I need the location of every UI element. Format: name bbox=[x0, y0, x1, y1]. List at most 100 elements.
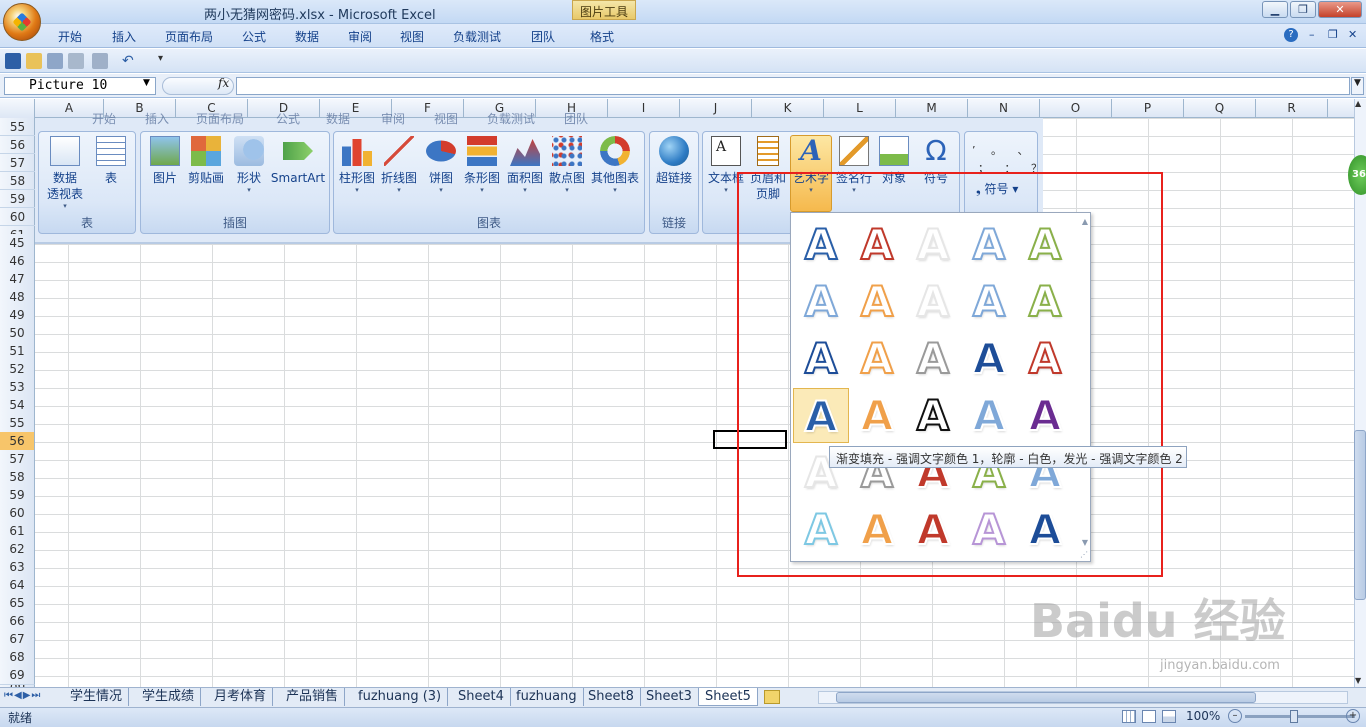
column-header-R[interactable]: R bbox=[1256, 99, 1328, 118]
sheet-tab[interactable]: 月考体育 bbox=[208, 688, 274, 706]
scroll-down-icon[interactable]: ▼ bbox=[1355, 676, 1361, 685]
zoom-level[interactable]: 100% bbox=[1186, 709, 1220, 723]
clipart-icon bbox=[191, 136, 221, 166]
select-all-button[interactable] bbox=[0, 99, 35, 118]
smartart-command[interactable]: SmartArt bbox=[270, 136, 326, 186]
print-icon[interactable] bbox=[47, 53, 63, 69]
area-chart-command[interactable]: 面积图 ▾ bbox=[505, 136, 545, 195]
punctuation-row-1[interactable]: ’ 。 、 bbox=[972, 142, 1035, 158]
sheet-tab[interactable]: Sheet4 bbox=[452, 688, 511, 706]
column-header-O[interactable]: O bbox=[1040, 99, 1112, 118]
sheet-tab[interactable]: fuzhuang bbox=[510, 688, 584, 706]
page-layout-view-icon[interactable] bbox=[1142, 710, 1156, 723]
zoom-slider-thumb[interactable] bbox=[1290, 710, 1298, 723]
pie-chart-command[interactable]: 饼图 ▾ bbox=[424, 136, 458, 195]
save-icon[interactable] bbox=[5, 53, 21, 69]
vertical-scroll-thumb[interactable] bbox=[1354, 430, 1366, 600]
sheet-tab[interactable]: 产品销售 bbox=[280, 688, 346, 706]
hyperlink-command[interactable]: 超链接 bbox=[653, 136, 695, 186]
zoom-in-icon[interactable]: + bbox=[1346, 709, 1360, 723]
name-box[interactable]: Picture 10 bbox=[4, 77, 156, 95]
sheet-tab[interactable]: 学生情况 bbox=[64, 688, 130, 706]
clipart-label: 剪贴画 bbox=[187, 171, 224, 185]
insert-sheet-icon[interactable] bbox=[764, 690, 780, 704]
tab-page-layout[interactable]: 页面布局 bbox=[165, 28, 213, 45]
column-header-L[interactable]: L bbox=[824, 99, 896, 118]
picture-tab: 插入 bbox=[145, 112, 170, 126]
tab-insert[interactable]: 插入 bbox=[112, 28, 136, 45]
row-header[interactable]: 55 bbox=[0, 118, 35, 136]
line-chart-command[interactable]: 折线图 ▾ bbox=[379, 136, 419, 195]
insert-function-icon[interactable]: fx bbox=[218, 76, 229, 90]
page-break-view-icon[interactable] bbox=[1162, 710, 1176, 723]
office-button[interactable] bbox=[3, 3, 41, 41]
tab-home[interactable]: 开始 bbox=[58, 28, 82, 45]
format-painter-icon[interactable] bbox=[92, 53, 108, 69]
doc-close-button[interactable]: ✕ bbox=[1348, 28, 1357, 41]
smartart-label: SmartArt bbox=[270, 171, 326, 185]
scroll-up-icon[interactable]: ▲ bbox=[1355, 99, 1361, 108]
pivot-table-command[interactable]: 数据 透视表 ▾ bbox=[42, 136, 88, 211]
area-chart-label: 面积图 bbox=[506, 171, 543, 185]
column-chart-command[interactable]: 柱形图 ▾ bbox=[337, 136, 377, 195]
column-header-I[interactable]: I bbox=[608, 99, 680, 118]
name-box-dropdown-icon[interactable]: ▼ bbox=[143, 78, 150, 88]
doc-restore-button[interactable]: ❐ bbox=[1328, 28, 1338, 41]
formula-input[interactable] bbox=[236, 77, 1350, 95]
column-header-N[interactable]: N bbox=[968, 99, 1040, 118]
row-header[interactable]: 58 bbox=[0, 172, 35, 190]
restore-button[interactable]: ❐ bbox=[1290, 1, 1316, 18]
picture-command[interactable]: 图片 bbox=[148, 136, 182, 186]
picture-row-header: 48 bbox=[0, 288, 35, 307]
table-command[interactable]: 表 bbox=[94, 136, 128, 186]
other-charts-label: 其他图表 bbox=[590, 171, 639, 185]
sheet-nav-icons[interactable]: ⏮◀▶⏭ bbox=[4, 690, 41, 701]
sheet-tab[interactable]: Sheet8 bbox=[582, 688, 641, 706]
tab-team[interactable]: 团队 bbox=[531, 28, 555, 45]
group-label-charts: 图表 bbox=[476, 216, 501, 230]
sheet-tab[interactable]: 学生成绩 bbox=[136, 688, 202, 706]
column-chart-label: 柱形图 bbox=[338, 171, 375, 185]
sheet-tab[interactable]: Sheet5 bbox=[698, 688, 758, 706]
picture-row-header: 62 bbox=[0, 540, 35, 559]
tab-formulas[interactable]: 公式 bbox=[242, 28, 266, 45]
zoom-slider[interactable] bbox=[1245, 715, 1355, 718]
picture-row-header: 59 bbox=[0, 486, 35, 505]
row-header[interactable]: 56 bbox=[0, 136, 35, 154]
sheet-tab[interactable]: Sheet3 bbox=[640, 688, 699, 706]
undo-icon[interactable]: ↶ bbox=[122, 53, 144, 69]
wordart-tooltip: 渐变填充 - 强调文字颜色 1，轮廓 - 白色，发光 - 强调文字颜色 2 bbox=[829, 446, 1187, 468]
customize-qat-icon[interactable]: ▾ bbox=[158, 53, 174, 69]
open-folder-icon[interactable] bbox=[26, 53, 42, 69]
row-header[interactable]: 59 bbox=[0, 190, 35, 208]
expand-formula-bar-icon[interactable]: ▼ bbox=[1351, 77, 1364, 95]
clipart-command[interactable]: 剪贴画 bbox=[186, 136, 226, 186]
preview-icon[interactable] bbox=[68, 53, 84, 69]
sheet-tab[interactable]: fuzhuang (3) bbox=[352, 688, 449, 706]
bar-chart-command[interactable]: 条形图 ▾ bbox=[462, 136, 502, 195]
tab-format[interactable]: 格式 bbox=[590, 28, 614, 45]
picture-row-header: 64 bbox=[0, 576, 35, 595]
other-charts-command[interactable]: 其他图表 ▾ bbox=[589, 136, 641, 195]
row-header[interactable]: 57 bbox=[0, 154, 35, 172]
column-header-K[interactable]: K bbox=[752, 99, 824, 118]
column-header-Q[interactable]: Q bbox=[1184, 99, 1256, 118]
column-header-M[interactable]: M bbox=[896, 99, 968, 118]
minimize-button[interactable]: ▁ bbox=[1262, 1, 1288, 18]
row-header[interactable]: 60 bbox=[0, 208, 35, 226]
tab-view[interactable]: 视图 bbox=[400, 28, 424, 45]
tab-data[interactable]: 数据 bbox=[295, 28, 319, 45]
tab-review[interactable]: 审阅 bbox=[348, 28, 372, 45]
doc-minimize-button[interactable]: – bbox=[1309, 28, 1315, 41]
normal-view-icon[interactable] bbox=[1122, 710, 1136, 723]
shapes-command[interactable]: 形状 ▾ bbox=[232, 136, 266, 195]
picture-tab: 公式 bbox=[276, 112, 301, 126]
column-header-P[interactable]: P bbox=[1112, 99, 1184, 118]
zoom-out-icon[interactable]: – bbox=[1228, 709, 1242, 723]
column-header-J[interactable]: J bbox=[680, 99, 752, 118]
help-icon[interactable]: ? bbox=[1284, 28, 1298, 42]
close-button[interactable]: ✕ bbox=[1318, 1, 1362, 18]
tab-load-test[interactable]: 负载测试 bbox=[453, 28, 501, 45]
scatter-chart-command[interactable]: 散点图 ▾ bbox=[547, 136, 587, 195]
horizontal-scroll-thumb[interactable] bbox=[836, 692, 1256, 703]
